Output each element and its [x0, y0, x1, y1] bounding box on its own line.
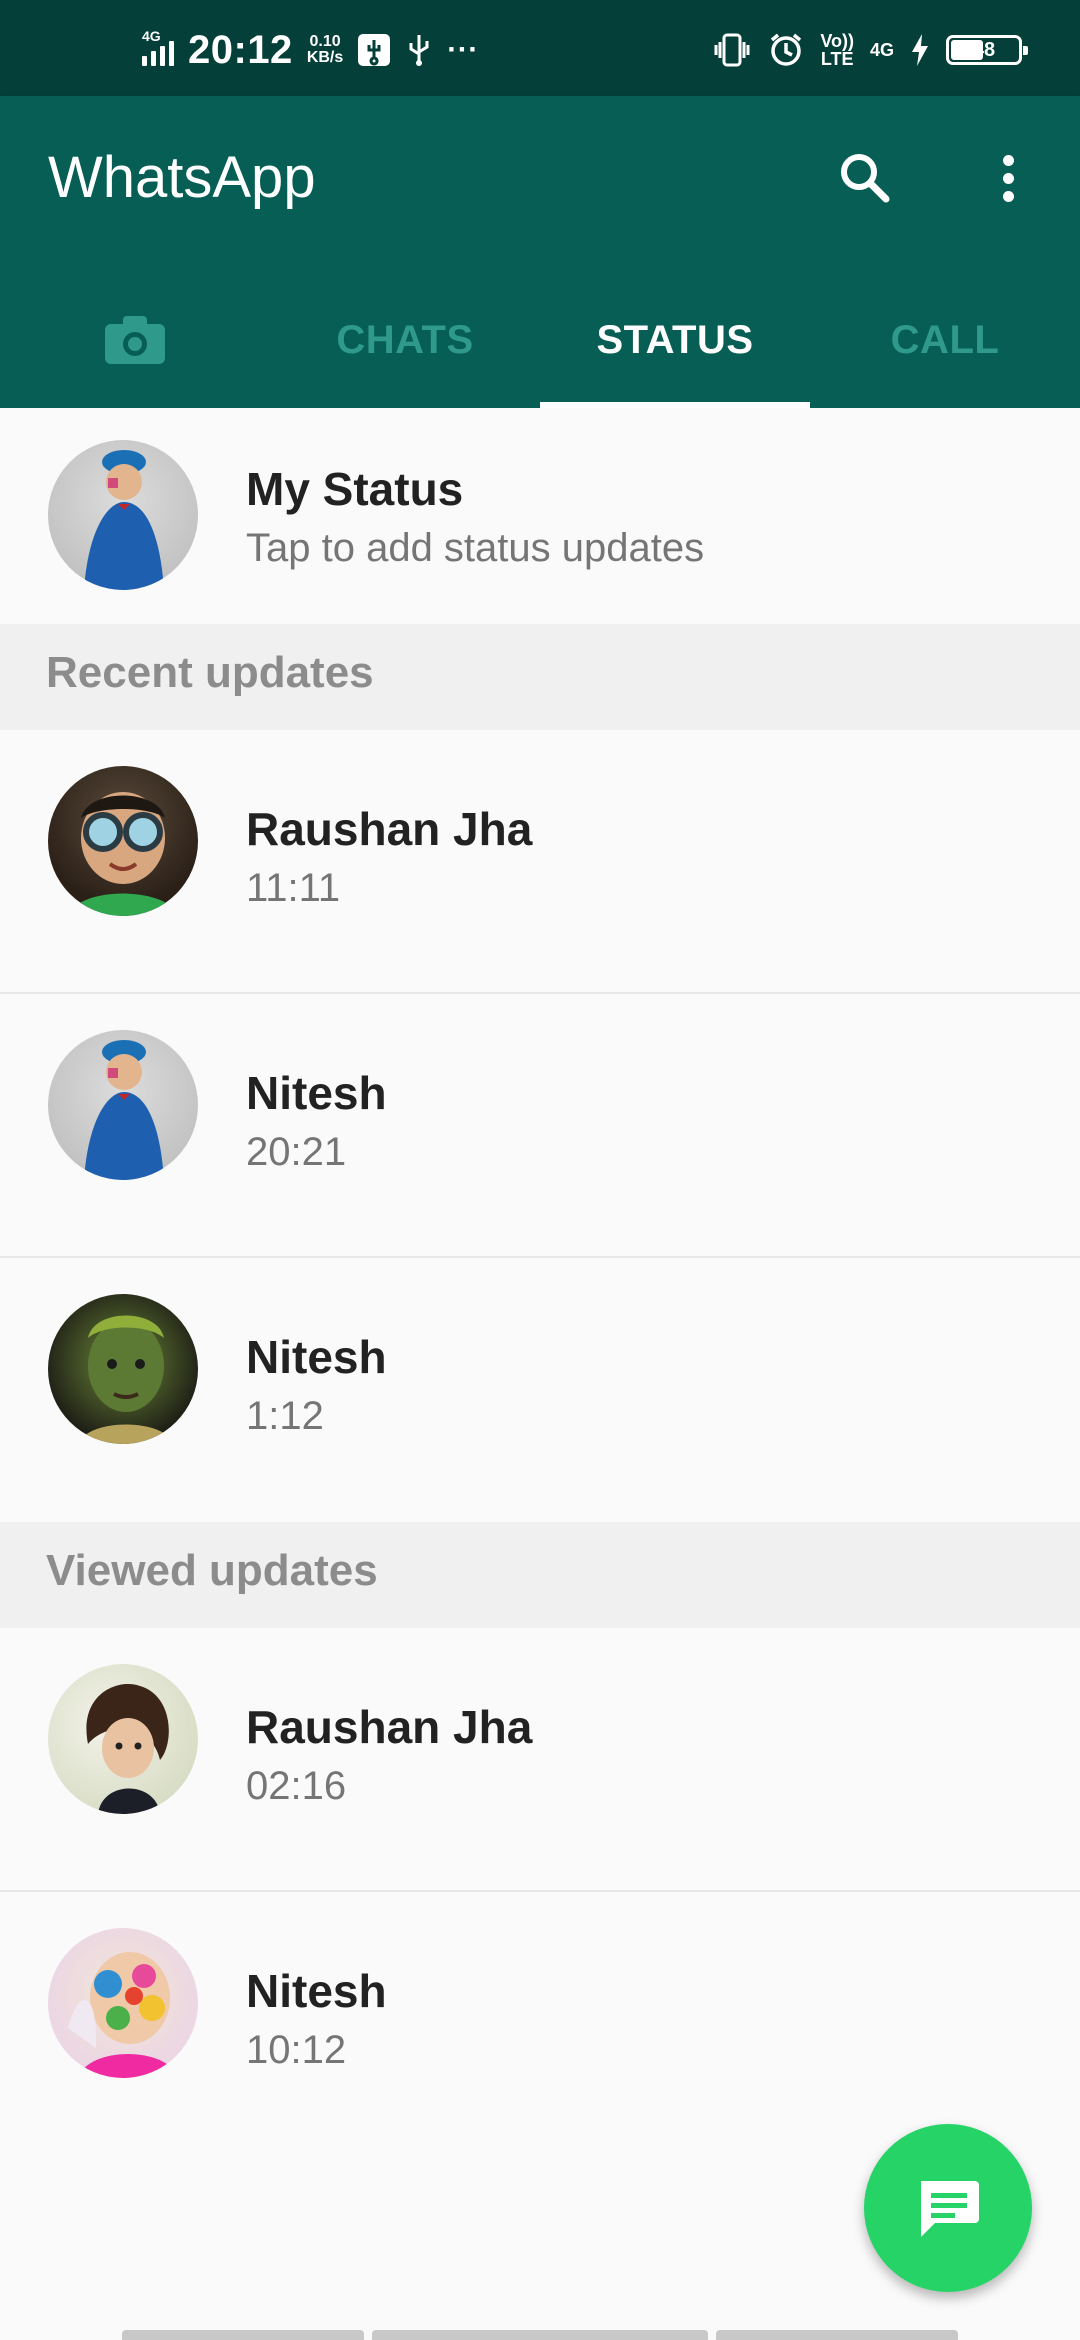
status-time: 1:12 — [246, 1394, 324, 1438]
usb-debug-icon — [358, 34, 391, 66]
nav-hint-bar — [122, 2330, 364, 2340]
more-options-button[interactable] — [972, 142, 1044, 214]
volte-bottom: LTE — [820, 49, 854, 69]
section-title: Viewed updates — [46, 1546, 378, 1595]
status-time: 02:16 — [246, 1764, 347, 1808]
vibrate-icon — [714, 33, 750, 67]
more-notifications-icon: ··· — [447, 33, 479, 66]
tab-chats[interactable]: CHATS — [270, 272, 540, 408]
contact-name: Nitesh — [246, 1067, 387, 1119]
contact-name: Nitesh — [246, 1331, 387, 1383]
avatar — [48, 440, 198, 590]
tab-status[interactable]: STATUS — [540, 272, 810, 408]
new-status-button[interactable] — [864, 2124, 1032, 2292]
status-row[interactable]: Raushan Jha 02:16 — [0, 1628, 1080, 1892]
viewed-updates-header: Viewed updates — [0, 1522, 1080, 1628]
status-row[interactable]: Nitesh 1:12 — [0, 1258, 1080, 1522]
alarm-icon — [771, 33, 802, 66]
tab-status-label: STATUS — [596, 317, 754, 362]
volte-top: Vo)) — [820, 31, 854, 51]
status-bar: 4G 20:12 0.10 KB/s ··· Vo)) LTE 4G 48 — [0, 0, 1080, 96]
avatar — [48, 1294, 198, 1444]
avatar — [48, 1664, 198, 1814]
app-title: WhatsApp — [48, 145, 316, 210]
nav-hint-bar — [372, 2330, 708, 2340]
tab-calls[interactable]: CALL — [810, 272, 1080, 408]
status-time: 20:21 — [246, 1130, 347, 1174]
net-speed-unit: KB/s — [306, 49, 344, 66]
status-time: 11:11 — [246, 866, 341, 910]
status-bar-left: 4G 20:12 0.10 KB/s ··· — [142, 27, 479, 72]
camera-icon — [105, 316, 165, 364]
status-row[interactable]: Nitesh 10:12 — [0, 1892, 1080, 2156]
battery-level: 48 — [972, 38, 996, 61]
avatar — [48, 1030, 198, 1180]
battery-icon: 48 — [946, 35, 1028, 65]
avatar — [48, 766, 198, 916]
search-button[interactable] — [828, 142, 900, 214]
clock: 20:12 — [188, 27, 293, 72]
usb-icon — [409, 35, 429, 66]
signal-icon: 4G — [142, 28, 174, 66]
message-icon — [921, 2181, 979, 2237]
status-row[interactable]: Raushan Jha 11:11 — [0, 730, 1080, 994]
tab-camera[interactable] — [0, 272, 270, 408]
status-bar-right: Vo)) LTE 4G 48 — [712, 30, 1028, 70]
section-title: Recent updates — [46, 648, 374, 697]
status-list: My Status Tap to add status updates Rece… — [0, 408, 1080, 2156]
net-speed: 0.10 KB/s — [307, 34, 343, 66]
contact-name: Raushan Jha — [246, 803, 533, 855]
net-speed-value: 0.10 — [309, 33, 341, 50]
my-status-title: My Status — [246, 463, 464, 515]
my-status-subtitle: Tap to add status updates — [246, 526, 705, 570]
app-bar: WhatsApp CHATS STATUS CALL — [0, 96, 1080, 408]
contact-name: Raushan Jha — [246, 1701, 533, 1753]
search-icon — [841, 154, 890, 203]
network-type: 4G — [869, 40, 894, 60]
avatar — [48, 1928, 198, 2078]
contact-name: Nitesh — [246, 1965, 387, 2017]
signal-tag: 4G — [142, 28, 161, 44]
recent-updates-header: Recent updates — [0, 624, 1080, 730]
charging-icon — [912, 34, 928, 66]
nav-hint-bar — [716, 2330, 958, 2340]
more-vert-icon — [1002, 154, 1014, 166]
status-row[interactable]: Nitesh 20:21 — [0, 994, 1080, 1258]
status-time: 10:12 — [246, 2028, 347, 2072]
my-status-row[interactable]: My Status Tap to add status updates — [0, 408, 1080, 624]
tab-bar: CHATS STATUS CALL — [0, 272, 1080, 408]
volte-indicator: Vo)) LTE — [820, 32, 854, 68]
